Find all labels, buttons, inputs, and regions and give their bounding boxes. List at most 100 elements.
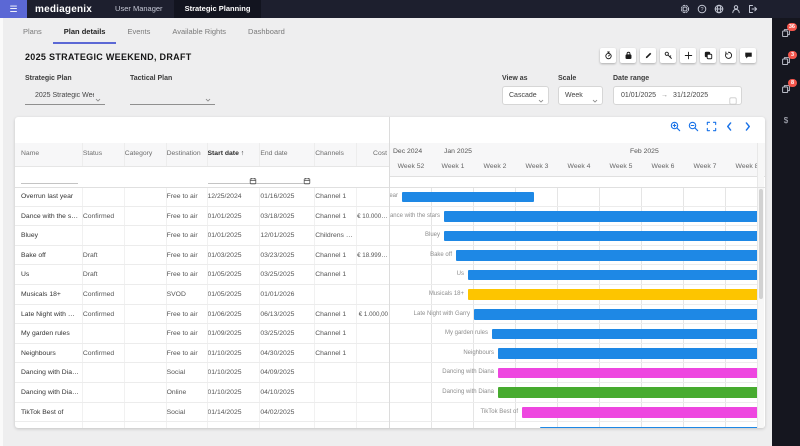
date-to[interactable]: 31/12/2025 <box>673 92 708 99</box>
date-from[interactable]: 01/01/2025 <box>614 92 656 99</box>
gantt-bar[interactable] <box>402 192 534 203</box>
gantt-bar[interactable] <box>444 231 757 242</box>
nav-item-user-manager[interactable]: User Manager <box>104 0 174 18</box>
week-label: Week 3 <box>516 163 558 170</box>
gantt-bar[interactable] <box>522 407 757 418</box>
cell-name: Running wild <box>21 422 83 428</box>
add-button[interactable] <box>680 48 696 63</box>
table-row[interactable]: My garden rulesFree to air01/09/202503/2… <box>15 324 389 344</box>
table-row[interactable]: NeighboursConfirmedFree to air01/10/2025… <box>15 344 389 364</box>
user-icon[interactable] <box>731 4 741 14</box>
tab-dashboard[interactable]: Dashboard <box>237 22 296 44</box>
gantt-bar[interactable] <box>540 427 757 428</box>
table-row[interactable]: Bake offDraftFree to air01/03/202503/23/… <box>15 246 389 266</box>
gantt-bar[interactable] <box>468 289 757 300</box>
gantt-bar[interactable] <box>474 309 757 320</box>
notification-badge: 3 <box>788 51 797 59</box>
column-header-channels[interactable]: Channels <box>315 143 357 166</box>
prev-icon[interactable] <box>724 121 735 132</box>
table-row[interactable]: Running wildDraftFree to air01/17/202503… <box>15 422 389 428</box>
name-filter-input[interactable] <box>21 171 78 184</box>
cell-name: Dancing with Diana <box>21 383 83 402</box>
gantt-bar[interactable] <box>468 270 757 281</box>
cell-channels: Channel 1 <box>315 207 357 226</box>
gantt-bar[interactable] <box>444 211 757 222</box>
rail-notification-2[interactable]: 3 <box>772 56 800 70</box>
table-row[interactable]: Late Night with GarryConfirmedFree to ai… <box>15 305 389 325</box>
gantt-bar[interactable] <box>498 368 757 379</box>
rail-notification-3[interactable]: 8 <box>772 84 800 98</box>
gantt-row: Dancing with Diana <box>390 383 757 403</box>
gantt-bar-label: My garden rules <box>445 330 488 336</box>
week-label: Week 52 <box>390 163 432 170</box>
cell-name: Overrun last year <box>21 187 83 206</box>
cell-end: 03/23/2025 <box>260 246 315 265</box>
gantt-bar[interactable] <box>498 387 757 398</box>
gantt-bar[interactable] <box>492 329 757 340</box>
history-button[interactable] <box>720 48 736 63</box>
cell-channels: Channel 1 <box>315 246 357 265</box>
cell-cost <box>357 226 389 245</box>
column-header-status[interactable]: Status <box>83 143 125 166</box>
scrollbar-thumb[interactable] <box>759 189 763 299</box>
checkbox-icon[interactable] <box>729 92 737 100</box>
timer-button[interactable] <box>600 48 616 63</box>
column-header-category[interactable]: Category <box>125 143 167 166</box>
cell-status: Confirmed <box>83 344 125 363</box>
table-row[interactable]: TikTok Best ofSocial01/14/202504/02/2025 <box>15 403 389 423</box>
zoom-in-icon[interactable] <box>670 121 681 132</box>
cell-destination: Free to air <box>167 265 208 284</box>
comment-button[interactable] <box>740 48 756 63</box>
scale-select[interactable]: Week <box>558 86 603 105</box>
vertical-scrollbar[interactable] <box>757 143 764 428</box>
lock-button[interactable] <box>620 48 636 63</box>
cell-start: 01/17/2025 <box>208 422 261 428</box>
tactical-plan-select[interactable] <box>130 86 215 105</box>
column-header-end-date[interactable]: End date <box>260 143 315 166</box>
tab-available-rights[interactable]: Available Rights <box>161 22 237 44</box>
cell-channels: Channel 1 <box>315 187 357 206</box>
table-row[interactable]: Musicals 18+ConfirmedSVOD01/05/202501/01… <box>15 285 389 305</box>
key-button[interactable] <box>660 48 676 63</box>
gantt-bar[interactable] <box>498 348 757 359</box>
strategic-plan-select[interactable]: 2025 Strategic Weeke... <box>25 86 105 105</box>
gantt-row: Bake off <box>390 246 757 266</box>
cell-channels: Childrens chan <box>315 422 357 428</box>
column-header-start-date[interactable]: Start date ↑ <box>208 143 261 166</box>
tab-plan-details[interactable]: Plan details <box>53 22 117 44</box>
next-icon[interactable] <box>742 121 753 132</box>
table-row[interactable]: BlueyFree to air01/01/202512/01/2025Chil… <box>15 226 389 246</box>
table-row[interactable]: Dance with the starsConfirmedFree to air… <box>15 207 389 227</box>
calendar-icon[interactable] <box>303 172 311 180</box>
hamburger-menu-button[interactable]: ☰ <box>0 0 27 18</box>
fit-screen-icon[interactable] <box>706 121 717 132</box>
gantt-bar[interactable] <box>456 250 757 261</box>
globe-icon[interactable] <box>714 4 724 14</box>
column-header-destination[interactable]: Destination <box>167 143 208 166</box>
column-header-cost[interactable]: Cost <box>357 143 389 166</box>
cell-status: Draft <box>83 246 125 265</box>
rail-notification-1[interactable]: 36 <box>772 28 800 42</box>
nav-item-strategic-planning[interactable]: Strategic Planning <box>174 0 262 18</box>
help-icon[interactable]: ? <box>697 4 707 14</box>
navbar-icons: ? <box>680 4 758 14</box>
table-row[interactable]: Dancing with DianaOnline01/10/202504/10/… <box>15 383 389 403</box>
currency-rail-item[interactable]: $ <box>772 116 800 125</box>
table-row[interactable]: UsDraftFree to air01/05/202503/25/2025Ch… <box>15 265 389 285</box>
tab-plans[interactable]: Plans <box>12 22 53 44</box>
table-row[interactable]: Dancing with DianaSocial01/10/202504/09/… <box>15 363 389 383</box>
logout-icon[interactable] <box>748 4 758 14</box>
settings-gear-icon[interactable] <box>680 4 690 14</box>
cell-category <box>125 285 167 304</box>
table-row[interactable]: Overrun last yearFree to air12/25/202401… <box>15 187 389 207</box>
calendar-icon[interactable] <box>249 172 257 180</box>
gantt-row: Overrun last year <box>390 187 757 207</box>
view-as-select[interactable]: Cascade v... <box>502 86 549 105</box>
zoom-out-icon[interactable] <box>688 121 699 132</box>
date-range-input[interactable]: 01/01/2025 → 31/12/2025 <box>613 86 742 105</box>
column-header-name[interactable]: Name <box>21 143 83 166</box>
copy-button[interactable] <box>700 48 716 63</box>
tab-events[interactable]: Events <box>116 22 161 44</box>
edit-button[interactable] <box>640 48 656 63</box>
cell-status: Draft <box>83 422 125 428</box>
